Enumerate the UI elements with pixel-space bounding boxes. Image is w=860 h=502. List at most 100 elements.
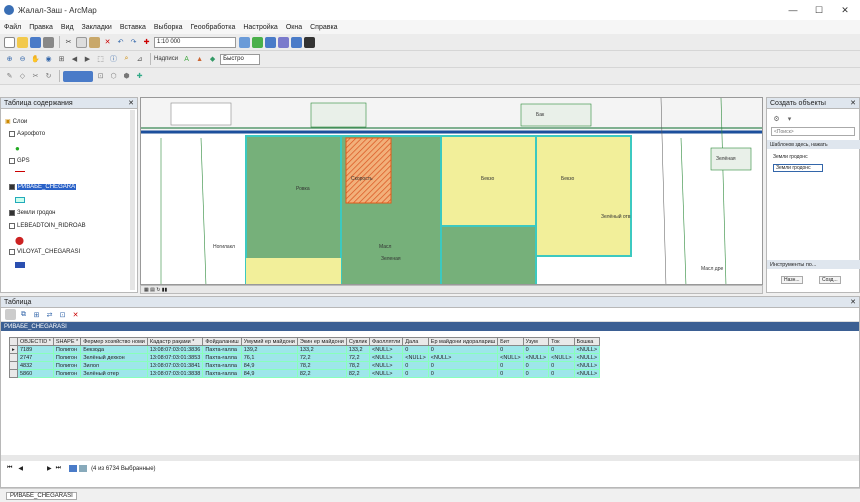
select-by-attributes-icon[interactable]: ⊞	[31, 309, 42, 320]
table-cell[interactable]: 72,2	[296, 353, 347, 362]
pane-close-icon[interactable]: ✕	[850, 99, 856, 107]
table-options-icon[interactable]	[5, 309, 16, 320]
fixed-zoom-icon[interactable]: ⊞	[56, 54, 67, 65]
table-icon[interactable]	[265, 36, 276, 48]
table-row[interactable]: 4832 Полигон Зилол 13:08:07:03:01:3841 П…	[9, 361, 601, 370]
column-header[interactable]: Экин ер майдони	[296, 337, 347, 346]
paste-icon[interactable]	[89, 36, 100, 48]
table-cell[interactable]: <NULL>	[369, 345, 404, 354]
edit-tool-icon[interactable]: ✎	[4, 71, 15, 82]
table-cell[interactable]: 0	[522, 345, 550, 354]
row-selector[interactable]	[9, 353, 18, 362]
attributes-icon[interactable]	[63, 70, 93, 82]
table-cell[interactable]: 0	[497, 361, 524, 370]
zoom-in-icon[interactable]: ⊕	[4, 54, 15, 65]
attribute-table-close-icon[interactable]: ✕	[850, 298, 856, 306]
python-icon[interactable]	[304, 36, 315, 48]
table-cell[interactable]: 78,2	[345, 361, 371, 370]
pan-icon[interactable]: ✋	[30, 54, 41, 65]
table-cell[interactable]: Полигон	[52, 361, 82, 370]
layer-checkbox[interactable]	[9, 158, 15, 164]
column-header[interactable]: Узум	[522, 337, 550, 346]
column-header[interactable]: OBJECTID *	[17, 337, 54, 346]
table-cell[interactable]: <NULL>	[548, 353, 575, 362]
show-selected-icon[interactable]	[79, 465, 88, 472]
table-cell[interactable]: 82,2	[296, 369, 347, 378]
menu-file[interactable]: Файл	[4, 24, 21, 31]
table-cell[interactable]: 133,2	[345, 345, 371, 354]
new-icon[interactable]	[4, 36, 15, 48]
table-cell[interactable]: Зелёный дехкон	[80, 353, 148, 362]
table-cell[interactable]: 13:08:07:03:01:3853	[146, 353, 204, 362]
sketch-icon[interactable]: ◇	[17, 71, 28, 82]
delete-icon[interactable]: ✕	[102, 37, 113, 48]
table-cell[interactable]: 0	[548, 345, 575, 354]
topology-icon[interactable]: ⬡	[108, 71, 119, 82]
table-cell[interactable]: Зилол	[80, 361, 148, 370]
table-cell[interactable]: <NULL>	[369, 369, 404, 378]
table-cell[interactable]: 0	[402, 369, 429, 378]
next-record-icon[interactable]: ▶	[47, 465, 52, 472]
table-cell[interactable]: 0	[522, 369, 550, 378]
menu-customize[interactable]: Настройка	[243, 24, 277, 31]
column-header[interactable]: Фермер хозяйство номи	[80, 337, 148, 346]
template-search-input[interactable]: <Поиск>	[771, 127, 855, 136]
first-record-icon[interactable]: ⏮	[7, 465, 12, 472]
table-cell[interactable]: 0	[402, 345, 429, 354]
table-cell[interactable]: Зелёный отер	[80, 369, 148, 378]
quick-field[interactable]: Быстро	[220, 53, 261, 65]
column-header[interactable]: Бит	[497, 337, 524, 346]
column-header[interactable]: Дала	[402, 337, 429, 346]
column-header[interactable]: Фаоллятли	[369, 337, 404, 346]
column-header[interactable]: Бошка	[573, 337, 601, 346]
related-tables-icon[interactable]: ⧉	[18, 309, 29, 320]
table-hscrollbar[interactable]	[1, 455, 859, 461]
table-cell[interactable]: <NULL>	[573, 369, 601, 378]
redo-icon[interactable]: ↷	[128, 37, 139, 48]
copy-icon[interactable]	[76, 36, 87, 48]
table-cell[interactable]: <NULL>	[497, 353, 524, 362]
table-cell[interactable]: <NULL>	[369, 361, 404, 370]
row-selector[interactable]: ▸	[9, 345, 18, 354]
menu-insert[interactable]: Вставка	[120, 24, 146, 31]
toc-item-gps[interactable]: GPS	[9, 158, 30, 164]
measure-icon[interactable]: ⊿	[134, 54, 145, 65]
create-features-icon[interactable]: ✚	[134, 71, 145, 82]
geometry-icon[interactable]: ⬢	[121, 71, 132, 82]
table-cell[interactable]: Бекзода	[80, 345, 148, 354]
toc-item-lands[interactable]: Земли гродон	[9, 210, 56, 216]
layer-tab-button[interactable]: РИВАБЕ_CHEGARASI	[6, 491, 77, 500]
map-layout-icon[interactable]: ▦ ▤ ↻ ▮▮	[144, 287, 167, 293]
zoom-out-icon[interactable]: ⊖	[17, 54, 28, 65]
menu-windows[interactable]: Окна	[286, 24, 302, 31]
selected-template[interactable]: Земли гродонс	[773, 164, 823, 172]
window-icon[interactable]	[291, 36, 302, 48]
label-manager-icon[interactable]: ▲	[194, 54, 205, 65]
table-cell[interactable]: 4832	[17, 361, 54, 370]
identify-icon[interactable]: ⓘ	[108, 54, 119, 65]
table-cell[interactable]: 0	[427, 369, 499, 378]
maximize-button[interactable]: ☐	[808, 2, 830, 18]
select-icon[interactable]: ⬚	[95, 54, 106, 65]
scale-input[interactable]: 1:10 000	[154, 36, 236, 48]
table-cell[interactable]: 0	[427, 361, 499, 370]
clear-selection-icon[interactable]: ⊡	[57, 309, 68, 320]
layer-tab[interactable]: РИВАБЕ_CHEGARASI	[1, 322, 859, 331]
open-icon[interactable]	[17, 36, 28, 48]
full-extent-icon[interactable]: ◉	[43, 54, 54, 65]
snapping-icon[interactable]: ⊡	[95, 71, 106, 82]
table-cell[interactable]: 0	[548, 369, 575, 378]
switch-selection-icon[interactable]: ⇄	[44, 309, 55, 320]
features-tab-button[interactable]: Назн...	[781, 276, 803, 284]
table-cell[interactable]: <NULL>	[402, 353, 429, 362]
table-cell[interactable]: 72,2	[345, 353, 371, 362]
column-header[interactable]: Ер майдони идоралариш	[427, 337, 499, 346]
editor-icon[interactable]	[239, 36, 250, 48]
label-lock-icon[interactable]: ◆	[207, 54, 218, 65]
filter-icon[interactable]: ▾	[784, 113, 795, 124]
table-cell[interactable]: 76,1	[240, 353, 298, 362]
table-cell[interactable]: 82,2	[345, 369, 371, 378]
toc-item-rivabe[interactable]: РИВАБЕ_CHEGARA	[9, 184, 77, 190]
template-group[interactable]: Земли гродонс	[773, 154, 808, 160]
add-data-icon[interactable]: ✚	[141, 37, 152, 48]
